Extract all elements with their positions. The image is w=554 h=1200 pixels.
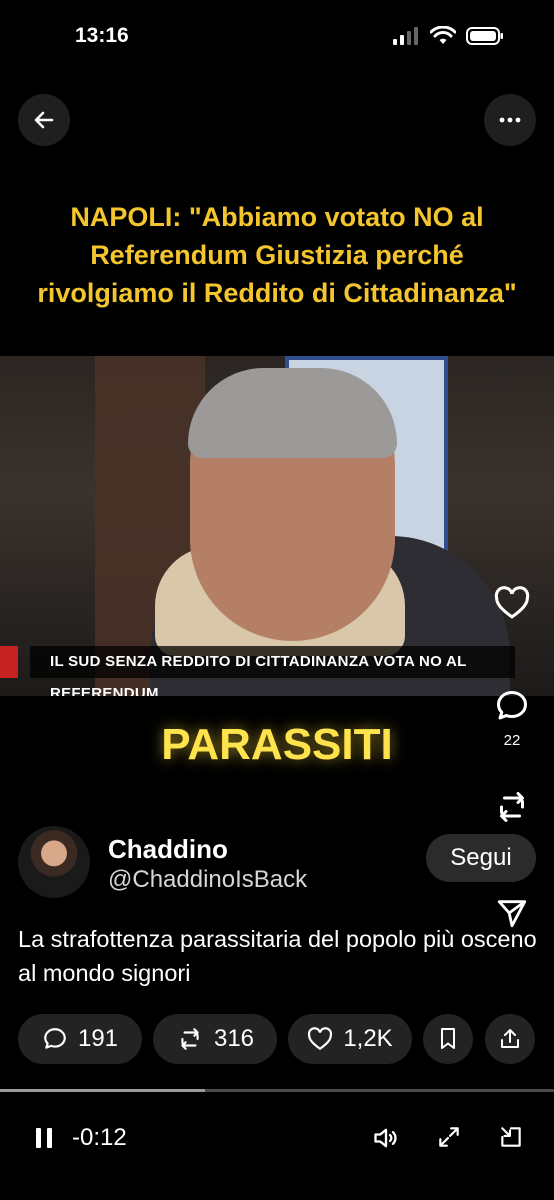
like-button[interactable]: 1,2K	[288, 1014, 412, 1064]
news-lower-third: IL SUD SENZA REDDITO DI CITTADINANZA VOT…	[30, 646, 515, 696]
reply-count-label: 191	[77, 1025, 119, 1052]
bookmark-button[interactable]	[423, 1014, 473, 1064]
video-progress-fill	[0, 1089, 205, 1092]
repost-count-label: 316	[213, 1025, 255, 1052]
status-time: 13:16	[75, 24, 129, 47]
back-button[interactable]	[18, 94, 70, 146]
man-hair	[188, 368, 397, 458]
caption-line: Referendum Giustizia perché	[90, 240, 464, 270]
author-name[interactable]: Chaddino	[108, 834, 228, 865]
repost-icon	[181, 1028, 199, 1050]
expand-icon	[439, 1127, 459, 1147]
tweet-text: La strafottenza parassitaria del popolo …	[18, 926, 537, 986]
reply-side-button[interactable]: 22	[490, 688, 534, 749]
time-remaining: -0:12	[72, 1124, 127, 1151]
volume-button[interactable]	[372, 1124, 400, 1157]
repost-icon	[500, 792, 524, 822]
status-icons	[392, 26, 504, 46]
pause-icon	[36, 1128, 52, 1148]
video-caption-top: NAPOLI: "Abbiamo votato NO al Referendum…	[0, 198, 554, 312]
pip-icon	[501, 1127, 521, 1147]
battery-icon	[466, 27, 503, 45]
follow-button[interactable]: Segui	[426, 834, 536, 882]
like-count-label: 1,2K	[343, 1025, 393, 1052]
fullscreen-button[interactable]	[436, 1124, 462, 1155]
caption-line: rivolgiamo il Reddito di Cittadinanza"	[37, 278, 517, 308]
repost-button[interactable]: 316	[153, 1014, 277, 1064]
more-button[interactable]	[484, 94, 536, 146]
pip-button[interactable]	[498, 1124, 524, 1155]
wifi-icon	[430, 26, 456, 44]
pause-button[interactable]	[34, 1126, 54, 1155]
author-handle[interactable]: @ChaddinoIsBack	[108, 866, 307, 894]
reply-button[interactable]: 191	[18, 1014, 142, 1064]
arrow-left-icon	[34, 111, 54, 129]
signal-icon	[393, 27, 418, 45]
video-frame[interactable]: IL SUD SENZA REDDITO DI CITTADINANZA VOT…	[0, 356, 554, 696]
upload-share-icon	[501, 1029, 519, 1048]
more-horizontal-icon	[499, 117, 521, 123]
channel-tag	[0, 646, 18, 678]
author-avatar[interactable]	[18, 826, 90, 898]
bookmark-icon	[441, 1028, 455, 1049]
reply-count: 22	[503, 732, 521, 749]
caption-line: NAPOLI: "Abbiamo votato NO al	[70, 202, 484, 232]
heart-icon	[308, 1027, 333, 1051]
comment-icon	[497, 691, 527, 720]
comment-icon	[44, 1028, 66, 1049]
repost-side-button[interactable]	[490, 788, 534, 826]
like-side-button[interactable]	[490, 586, 534, 620]
video-caption-bottom: PARASSITI	[161, 720, 393, 769]
volume-icon	[374, 1128, 397, 1148]
heart-icon	[494, 586, 530, 619]
share-button[interactable]	[485, 1014, 535, 1064]
